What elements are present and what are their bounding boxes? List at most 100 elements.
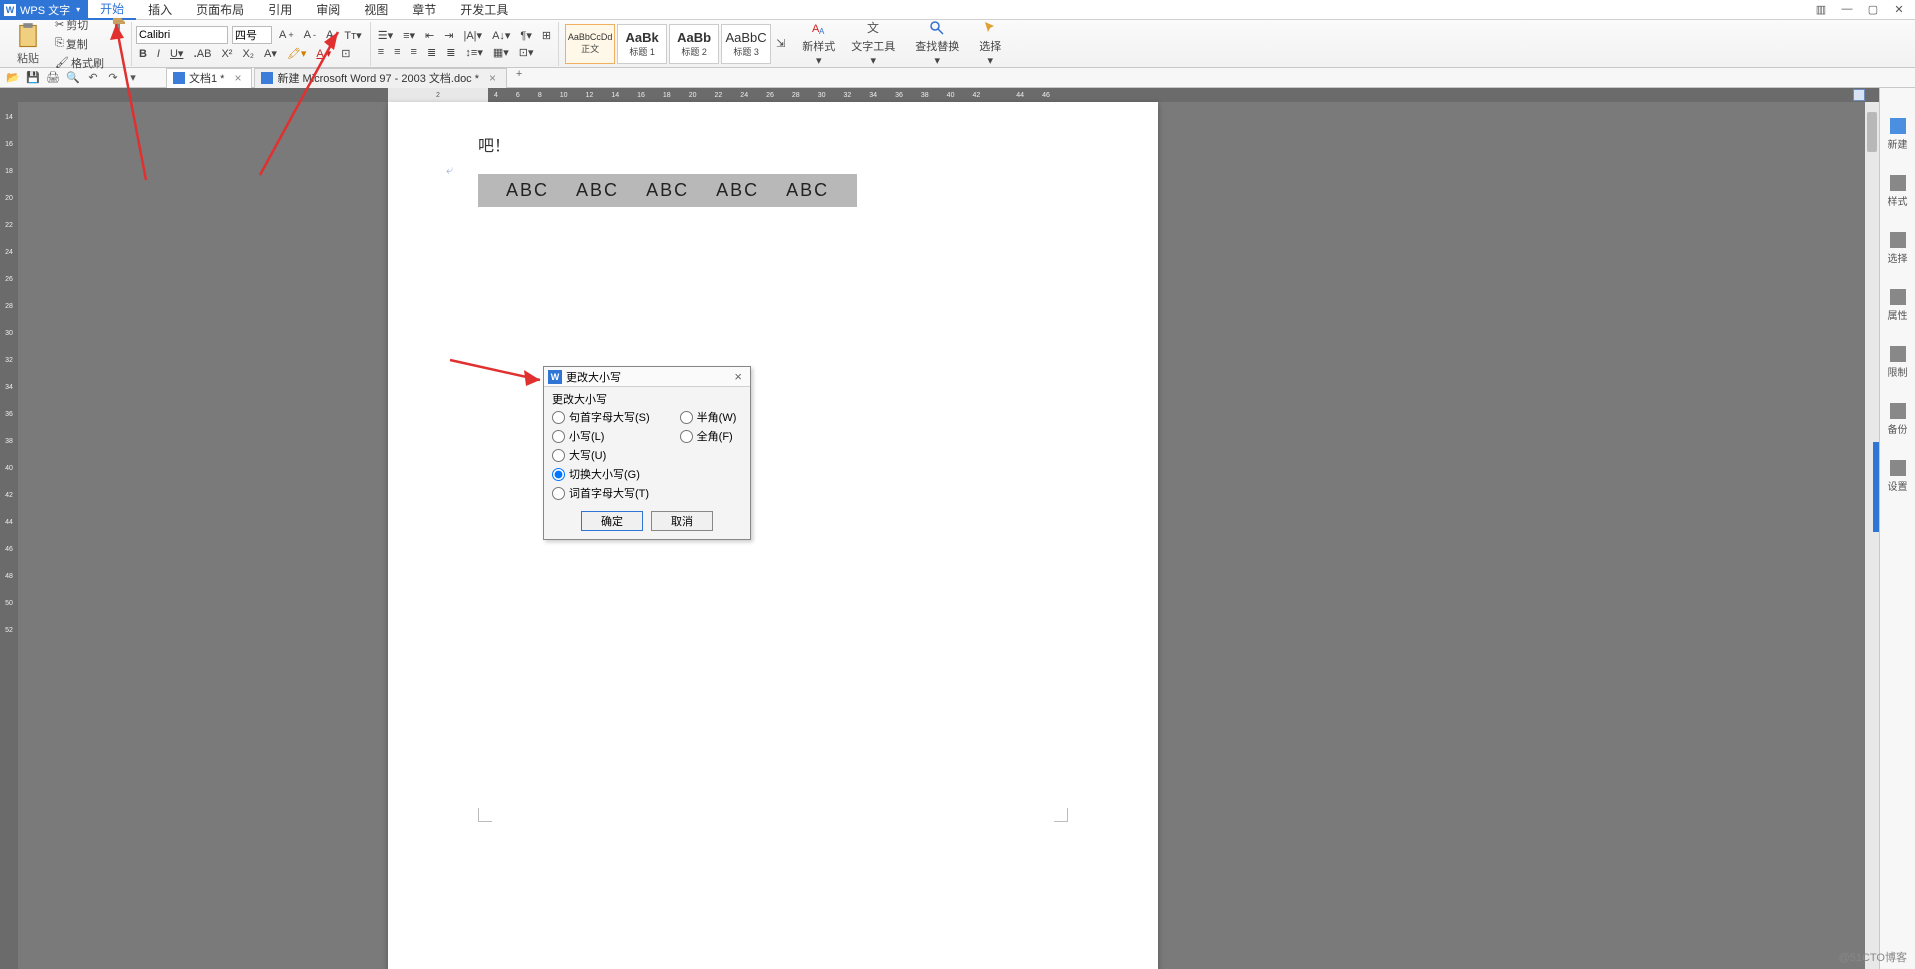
app-menu-dropdown-icon[interactable]: ▾ [76,5,80,14]
menu-tab-page-layout[interactable]: 页面布局 [184,0,256,20]
minimize-icon[interactable]: — [1839,3,1855,16]
save-icon[interactable]: 💾 [26,71,40,84]
sort-button[interactable]: A↓▾ [489,28,513,43]
option-lowercase[interactable]: 小写(L) [552,428,650,444]
indent-left-button[interactable]: ⇤ [422,28,437,43]
show-marks-button[interactable]: ¶▾ [517,28,534,43]
change-case-button[interactable]: Tт▾ [340,27,365,44]
align-left-button[interactable]: ≡ [375,45,387,59]
dialog-titlebar[interactable]: W 更改大小写 × [544,367,750,387]
option-sentence-case[interactable]: 句首字母大写(S) [552,409,650,425]
ruler-options-icon[interactable] [1853,89,1865,101]
close-window-icon[interactable]: ✕ [1891,3,1907,16]
underline-button[interactable]: U▾ [167,46,186,61]
side-new[interactable]: 新建 [1888,118,1908,151]
format-painter-button[interactable]: 🖌格式刷 [52,54,107,72]
redo-icon[interactable]: ↷ [106,71,120,84]
scrollbar-thumb[interactable] [1867,112,1877,152]
document-tab-1[interactable]: 文档1 * × [166,68,252,88]
option-half-width[interactable]: 半角(W) [680,409,737,425]
text-line[interactable]: 吧！ [478,132,1068,156]
para-border-button[interactable]: ⊡▾ [516,45,537,60]
horizontal-ruler[interactable]: 2 46810121416182022242628303234363840424… [18,88,1901,102]
copy-button[interactable]: ⎘复制 [52,35,107,53]
dialog-close-icon[interactable]: × [730,369,746,384]
option-title-case[interactable]: 词首字母大写(T) [552,485,650,501]
align-justify-button[interactable]: ≣ [424,45,439,60]
highlight-button[interactable]: 🖍▾ [284,46,310,61]
print-preview-icon[interactable]: 🔍 [66,71,80,84]
text-effects-button[interactable]: A▾ [261,46,280,61]
menu-tab-insert[interactable]: 插入 [136,0,184,20]
italic-button[interactable]: I [154,47,163,61]
new-style-button[interactable]: AA 新样式▾ [794,20,843,67]
superscript-button[interactable]: X² [218,47,235,61]
shading-button[interactable]: ▦▾ [490,45,512,60]
document-tab-2[interactable]: 新建 Microsoft Word 97 - 2003 文档.doc * × [254,68,507,88]
cancel-button[interactable]: 取消 [651,511,713,531]
ok-button[interactable]: 确定 [581,511,643,531]
qa-dropdown-icon[interactable]: ▾ [126,71,140,84]
print-icon[interactable]: 🖨 [46,71,60,84]
bullets-button[interactable]: ☰▾ [375,28,396,43]
close-tab-icon[interactable]: × [489,71,496,85]
shrink-font-button[interactable]: A- [301,28,319,42]
side-settings[interactable]: 设置 [1888,460,1908,493]
style-item-normal[interactable]: AaBbCcDd 正文 [565,24,615,64]
font-color-button[interactable]: A▾ [313,46,334,61]
vertical-scrollbar[interactable] [1865,102,1879,969]
undo-icon[interactable]: ↶ [86,71,100,84]
side-select[interactable]: 选择 [1888,232,1908,265]
menu-tab-view[interactable]: 视图 [352,0,400,20]
cut-button[interactable]: ✂剪切 [52,16,107,34]
side-properties[interactable]: 属性 [1888,289,1908,322]
style-item-heading3[interactable]: AaBbC 标题 3 [721,24,771,64]
strikethrough-button[interactable]: ꓸAB [190,46,214,61]
style-item-heading1[interactable]: AaBk 标题 1 [617,24,667,64]
align-right-button[interactable]: ≡ [408,45,420,59]
distribute-button[interactable]: ≣ [443,45,458,60]
vertical-ruler[interactable]: 1416182022242628303234363840424446485052 [0,88,18,969]
align-center-button[interactable]: ≡ [391,45,403,59]
style-item-heading2[interactable]: AaBb 标题 2 [669,24,719,64]
option-toggle-case[interactable]: 切换大小写(G) [552,466,650,482]
text-tool-button[interactable]: 文 文字工具▾ [843,20,903,67]
select-button[interactable]: 选择▾ [971,20,1009,67]
borders-button[interactable]: ⊞ [539,28,554,43]
menu-tab-dev-tools[interactable]: 开发工具 [448,0,520,20]
char-border-button[interactable]: ⊡ [338,46,353,61]
font-name-select[interactable] [136,26,228,44]
page-content[interactable]: 吧！ ABC ABC ABC ABC ABC [388,102,1158,237]
paste-button[interactable]: 粘贴 [8,22,48,66]
menu-tab-sections[interactable]: 章节 [400,0,448,20]
side-backup[interactable]: 备份 [1888,403,1908,436]
menu-tab-references[interactable]: 引用 [256,0,304,20]
bold-button[interactable]: B [136,47,150,61]
font-size-select[interactable] [232,26,272,44]
document-page[interactable]: 吧！ ABC ABC ABC ABC ABC [388,102,1158,969]
format-painter-large-icon[interactable] [111,16,127,32]
indent-right-button[interactable]: ⇥ [441,28,456,43]
close-tab-icon[interactable]: × [234,71,241,85]
title-bar: W WPS 文字 ▾ 开始 插入 页面布局 引用 审阅 视图 章节 开发工具 ▥… [0,0,1915,20]
numbering-button[interactable]: ≡▾ [400,28,418,43]
char-spacing-button[interactable]: |A|▾ [460,28,485,43]
gear-icon [1890,460,1906,476]
option-full-width[interactable]: 全角(F) [680,428,737,444]
new-tab-button[interactable]: + [509,68,529,88]
subscript-button[interactable]: X₂ [239,47,257,61]
line-spacing-button[interactable]: ↕≡▾ [462,45,485,60]
restore-icon[interactable]: ▢ [1865,3,1881,16]
clear-format-button[interactable]: A̶ [323,28,336,42]
selected-text[interactable]: ABC ABC ABC ABC ABC [478,174,857,207]
side-restrict[interactable]: 限制 [1888,346,1908,379]
option-uppercase[interactable]: 大写(U) [552,447,650,463]
grow-font-button[interactable]: A+ [276,28,297,42]
find-replace-button[interactable]: 查找替换▾ [907,20,967,67]
side-styles[interactable]: 样式 [1888,175,1908,208]
menu-tab-review[interactable]: 审阅 [304,0,352,20]
open-icon[interactable]: 📂 [6,71,20,84]
document-viewport[interactable]: 2 46810121416182022242628303234363840424… [18,88,1915,969]
window-options-icon[interactable]: ▥ [1813,3,1829,16]
style-gallery-more-button[interactable]: ⇲ [773,24,788,64]
